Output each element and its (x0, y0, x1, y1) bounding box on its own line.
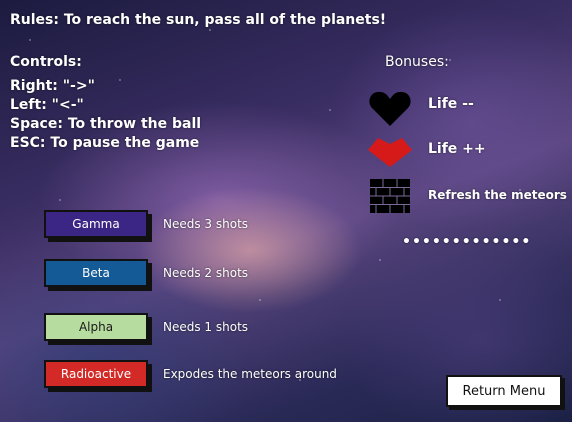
gamma-ball-button[interactable]: Gamma (44, 210, 148, 238)
alpha-ball-button[interactable]: Alpha (44, 313, 148, 341)
bonus-label-life-plus: Life ++ (428, 141, 486, 157)
red-heart-icon (368, 138, 412, 167)
radioactive-description: Expodes the meteors around (163, 367, 337, 381)
gamma-description: Needs 3 shots (163, 217, 249, 231)
return-menu-button[interactable]: Return Menu (446, 375, 562, 407)
beta-description: Needs 2 shots (163, 266, 249, 280)
bonus-label-life-minus: Life -- (428, 96, 474, 112)
radioactive-ball-button[interactable]: Radioactive (44, 360, 148, 388)
bonus-label-refresh-meteors: Refresh the meteors (428, 188, 567, 202)
controls-title: Controls: (10, 54, 82, 70)
control-left: Left: "<-" (10, 97, 84, 113)
bonuses-title: Bonuses: (385, 54, 449, 70)
control-space: Space: To throw the ball (10, 116, 202, 132)
control-right: Right: "->" (10, 78, 95, 94)
black-heart-icon (369, 91, 411, 126)
rules-text: Rules: To reach the sun, pass all of the… (10, 12, 387, 28)
dotted-separator: ••••••••••••• (402, 234, 532, 250)
control-esc: ESC: To pause the game (10, 135, 200, 151)
brick-wall-icon (370, 179, 410, 213)
alpha-description: Needs 1 shots (163, 320, 249, 334)
beta-ball-button[interactable]: Beta (44, 259, 148, 287)
